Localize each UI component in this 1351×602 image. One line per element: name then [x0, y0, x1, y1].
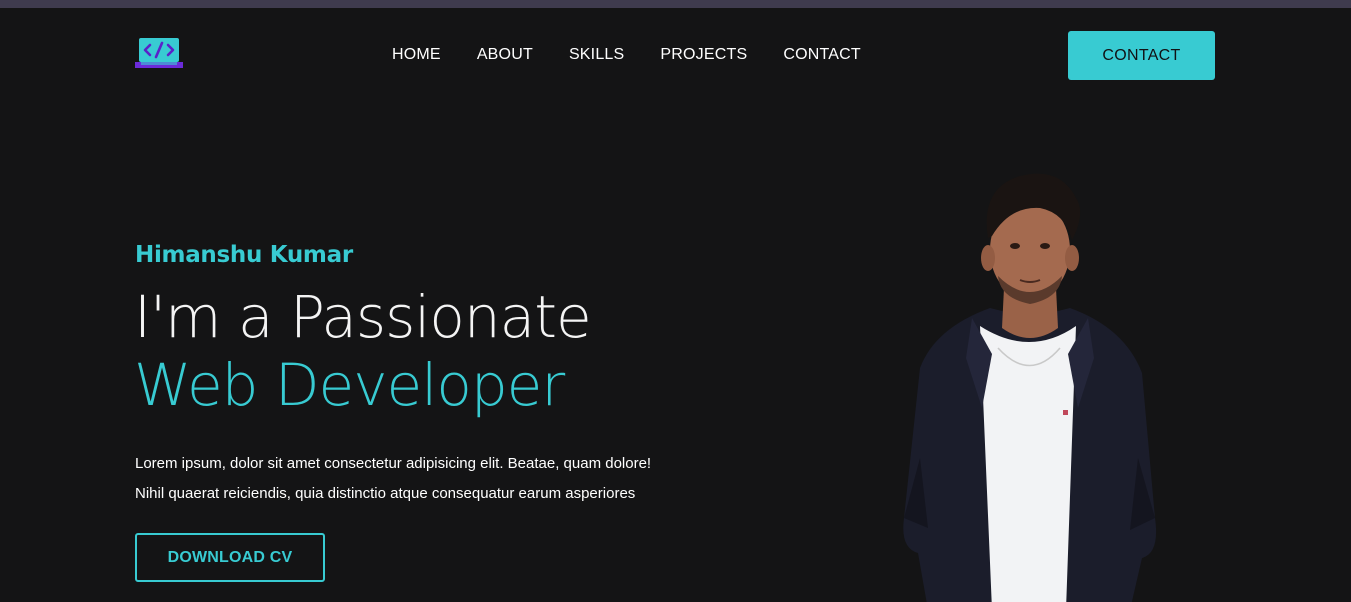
nav-home[interactable]: HOME: [392, 46, 441, 64]
nav-projects[interactable]: PROJECTS: [660, 46, 747, 64]
hero-description: Lorem ipsum, dolor sit amet consectetur …: [135, 449, 715, 509]
code-laptop-icon[interactable]: [135, 37, 183, 69]
description-line-1: Lorem ipsum, dolor sit amet consectetur …: [135, 455, 652, 472]
description-line-2: Nihil quaerat reiciendis, quia distincti…: [135, 485, 636, 502]
headline-line-2: Web Developer: [134, 351, 565, 419]
main-nav: HOME ABOUT SKILLS PROJECTS CONTACT: [392, 46, 861, 64]
nav-contact[interactable]: CONTACT: [783, 46, 861, 64]
hero-headline: I'm a Passionate Web Developer: [134, 283, 592, 419]
hero-page: HOME ABOUT SKILLS PROJECTS CONTACT CONTA…: [0, 8, 1351, 602]
contact-button[interactable]: CONTACT: [1068, 31, 1215, 80]
nav-about[interactable]: ABOUT: [477, 46, 533, 64]
headline-line-1: I'm a Passionate: [134, 283, 592, 351]
nav-skills[interactable]: SKILLS: [569, 46, 624, 64]
browser-top-strip: [0, 0, 1351, 8]
hero-name: Himanshu Kumar: [135, 242, 353, 268]
portrait-photo: [903, 173, 1157, 602]
download-cv-button[interactable]: DOWNLOAD CV: [135, 533, 325, 582]
